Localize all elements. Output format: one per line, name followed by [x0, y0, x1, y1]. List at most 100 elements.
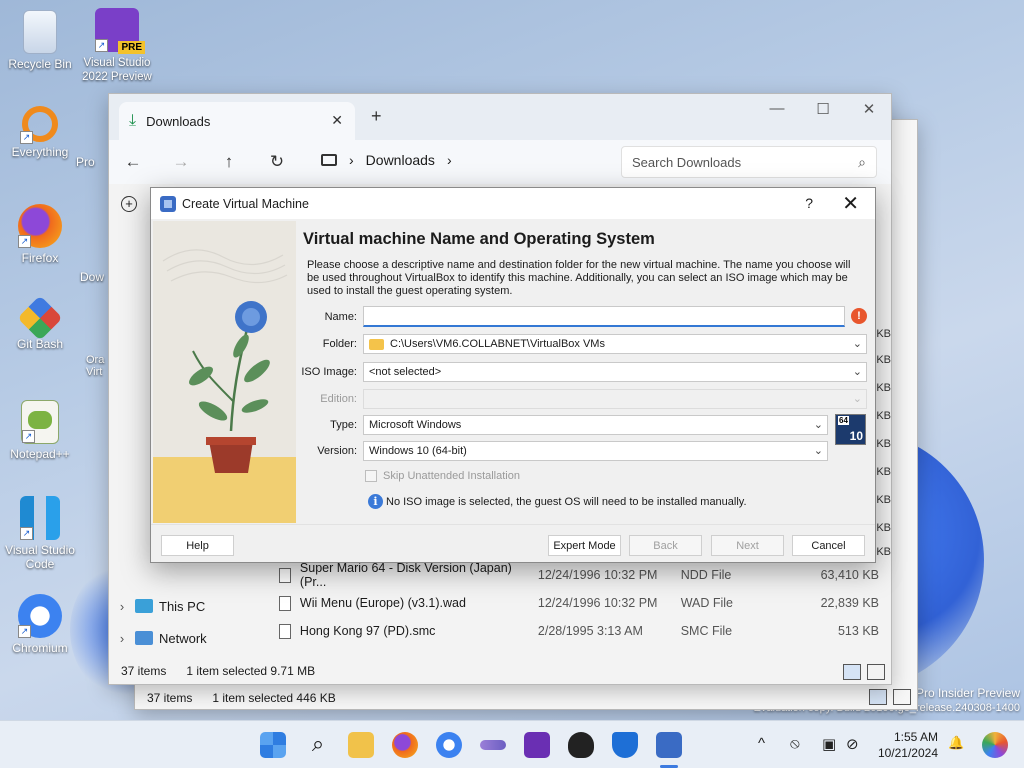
page-title: Virtual machine Name and Operating Syste…	[303, 230, 655, 248]
firefox-icon[interactable]	[392, 732, 418, 758]
add-icon: +	[121, 196, 137, 212]
start-icon[interactable]	[260, 732, 286, 758]
this-pc-icon	[135, 599, 153, 613]
chromium-icon: ↗	[18, 594, 62, 638]
desktop-icon-notepad-plus-plus[interactable]: ↗ Notepad++	[0, 400, 80, 461]
sidebar-item-network[interactable]: › Network	[109, 624, 244, 652]
desktop-icon-vscode[interactable]: ↗ Visual Studio Code	[0, 496, 80, 571]
help-button[interactable]: Help	[161, 535, 234, 556]
view-toggle[interactable]	[869, 689, 911, 705]
info-icon: i	[368, 494, 383, 509]
firefox-icon: ↗	[18, 204, 62, 248]
desktop-icon-git-bash[interactable]: Git Bash	[0, 295, 80, 351]
tiles-view-icon[interactable]	[867, 664, 885, 680]
chevron-down-icon: ⌄	[852, 393, 862, 405]
breadcrumb[interactable]: › Downloads ›	[321, 152, 452, 168]
sidebar-item-this-pc[interactable]: › This PC	[109, 592, 244, 620]
next-button[interactable]: Next	[711, 535, 784, 556]
refresh-button[interactable]: ↻	[253, 152, 301, 172]
close-button[interactable]: ✕	[847, 100, 891, 118]
vm-name-input[interactable]	[363, 306, 845, 327]
search-box[interactable]: Search Downloads ⌕	[621, 146, 877, 178]
desktop-icon-everything[interactable]: ↗ Everything	[0, 106, 80, 159]
expert-mode-button[interactable]: Expert Mode	[548, 535, 621, 556]
folder-label: Folder:	[322, 338, 357, 350]
chevron-down-icon: ⌄	[813, 445, 823, 457]
search-icon: ⌕	[858, 154, 866, 170]
inkscape-icon[interactable]	[568, 732, 594, 758]
desktop-icon-chromium[interactable]: ↗ Chromium	[0, 594, 80, 655]
close-tab-icon[interactable]: ✕	[331, 112, 343, 129]
chevron-right-icon: ›	[119, 598, 125, 614]
desktop-icon-visual-studio-preview[interactable]: PRE ↗ Visual Studio 2022 Preview	[77, 8, 157, 83]
chevron-down-icon: ⌄	[813, 419, 823, 431]
checkbox-box[interactable]	[365, 470, 377, 482]
details-view-icon[interactable]	[869, 689, 887, 705]
app-icon[interactable]	[480, 740, 506, 750]
display-icon[interactable]: ▣	[822, 735, 836, 753]
defender-icon[interactable]	[612, 732, 638, 758]
size-cell: KB	[876, 354, 891, 366]
chevron-down-icon: ⌄	[852, 366, 862, 378]
skip-unattended-checkbox[interactable]: Skip Unattended Installation	[365, 470, 520, 482]
show-hidden-icons-button[interactable]: ^	[758, 735, 765, 752]
tiles-view-icon[interactable]	[893, 689, 911, 705]
size-cell: KB	[876, 328, 891, 340]
search-icon[interactable]: ⌕	[305, 732, 331, 758]
dialog-titlebar[interactable]: Create Virtual Machine ? ✕	[151, 188, 875, 219]
maximize-button[interactable]: ☐	[801, 100, 845, 118]
details-view-icon[interactable]	[843, 664, 861, 680]
minimize-button[interactable]: —	[755, 100, 799, 117]
create-vm-dialog[interactable]: Create Virtual Machine ? ✕ Virtual machi…	[150, 187, 876, 563]
kde-icon[interactable]	[524, 732, 550, 758]
notification-bell-icon[interactable]: 🔔	[948, 735, 964, 751]
context-help-button[interactable]: ?	[805, 195, 813, 211]
close-button[interactable]: ✕	[842, 191, 859, 216]
shortcut-arrow-icon: ↗	[20, 131, 33, 144]
desktop-icon-label: Everything	[11, 145, 69, 159]
edition-combo[interactable]: ⌄	[363, 389, 867, 409]
type-combo[interactable]: Microsoft Windows ⌄	[363, 415, 828, 435]
vscode-icon: ↗	[20, 496, 60, 540]
volume-muted-icon[interactable]: ⊘	[846, 735, 859, 753]
file-icon	[279, 623, 291, 639]
file-row[interactable]: Super Mario 64 - Disk Version (Japan) (P…	[279, 561, 879, 589]
desktop-icon-label: Notepad++	[10, 447, 70, 461]
everything-search-icon: ↗	[20, 106, 58, 144]
clock[interactable]: 1:55 AM 10/21/2024	[872, 729, 938, 761]
file-row[interactable]: Wii Menu (Europe) (v3.1).wad 12/24/1996 …	[279, 589, 879, 617]
file-row[interactable]: Hong Kong 97 (PD).smc 2/28/1995 3:13 AM …	[279, 617, 879, 645]
file-explorer-icon[interactable]	[348, 732, 374, 758]
tab-bar: ⤓ Downloads ✕ + — ☐ ✕	[109, 94, 891, 140]
desktop-icon-firefox[interactable]: ↗ Firefox	[0, 204, 80, 265]
forward-button[interactable]: →	[157, 152, 205, 172]
version-combo[interactable]: Windows 10 (64-bit) ⌄	[363, 441, 828, 461]
new-tab-button[interactable]: +	[371, 106, 382, 127]
name-label: Name:	[324, 311, 357, 323]
desktop-icon-recycle-bin[interactable]: Recycle Bin	[0, 10, 80, 71]
chromium-icon[interactable]	[436, 732, 462, 758]
view-toggle[interactable]	[843, 664, 885, 680]
windows-10-64-icon: 64 10	[835, 414, 866, 445]
back-button[interactable]: Back	[629, 535, 702, 556]
folder-combo[interactable]: C:\Users\VM6.COLLABNET\VirtualBox VMs ⌄	[363, 334, 867, 354]
virtualbox-icon[interactable]	[656, 732, 682, 758]
desktop-icon-label: Recycle Bin	[8, 57, 72, 71]
tab-downloads[interactable]: ⤓ Downloads ✕	[119, 102, 355, 140]
desktop-icon-label: Git Bash	[16, 337, 64, 351]
up-button[interactable]: ↑	[205, 152, 253, 172]
search-input[interactable]: Search Downloads	[632, 155, 741, 170]
size-cell: KB	[876, 546, 891, 558]
network-status-icon[interactable]: ⦸	[790, 735, 800, 752]
desktop-icon-label: Visual Studio 2022 Preview	[82, 57, 152, 83]
status-bar: 37 items 1 item selected 446 KB	[147, 691, 336, 705]
navigation-bar: ← → ↑ ↻ › Downloads › Search Downloads ⌕	[109, 140, 891, 184]
shortcut-arrow-icon: ↗	[22, 430, 35, 443]
status-bar: 37 items 1 item selected 9.71 MB	[121, 664, 316, 678]
breadcrumb-item[interactable]: Downloads	[366, 152, 435, 168]
back-button[interactable]: ←	[109, 152, 157, 172]
cancel-button[interactable]: Cancel	[792, 535, 865, 556]
copilot-icon[interactable]	[982, 732, 1008, 758]
iso-image-combo[interactable]: <not selected> ⌄	[363, 362, 867, 382]
file-icon	[279, 595, 291, 611]
